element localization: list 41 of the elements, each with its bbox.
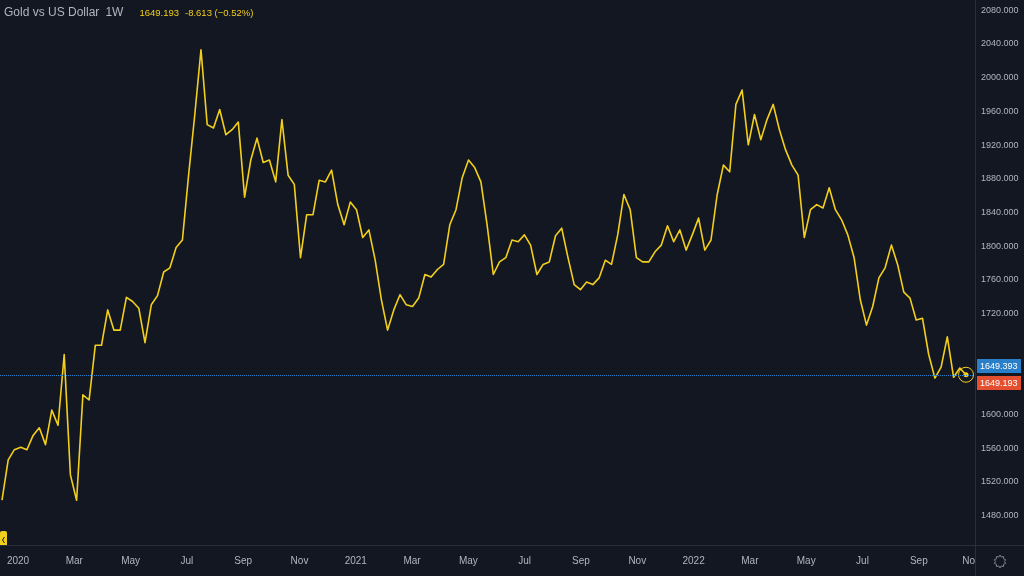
x-axis-label: Sep <box>909 555 928 566</box>
price-badge: 1649.193 <box>977 375 1021 390</box>
price-change: -8.613 (−0.52%) <box>185 7 254 18</box>
last-price: 1649.193 <box>139 7 179 18</box>
x-axis-label: Mar <box>741 555 759 566</box>
y-axis-label: 1720.000 <box>981 307 1019 318</box>
y-axis-label: 2080.000 <box>981 4 1019 15</box>
x-axis-label: May <box>796 555 816 566</box>
last-price-marker <box>958 366 974 383</box>
x-axis-label: Jul <box>180 555 194 566</box>
x-axis-label: Nov <box>628 555 647 566</box>
y-axis-label: 1960.000 <box>981 105 1019 116</box>
settings-icon[interactable] <box>993 554 1007 568</box>
y-axis-label: 1840.000 <box>981 206 1019 217</box>
x-axis-label: Jul <box>518 555 532 566</box>
collapse-tab-icon[interactable] <box>0 531 7 545</box>
x-axis-label: Sep <box>572 555 590 566</box>
x-axis-label: 2020 <box>6 555 30 566</box>
y-axis-label: 1760.000 <box>981 274 1019 285</box>
x-axis-label: Nov <box>290 555 309 566</box>
y-axis-label: 1880.000 <box>981 173 1019 184</box>
x-axis-label: Sep <box>234 555 253 566</box>
y-axis-label: 1600.000 <box>981 409 1019 419</box>
symbol-title: Gold vs US Dollar <box>4 5 100 19</box>
y-axis-label: 1480.000 <box>981 510 1019 521</box>
y-axis-label: 1800.000 <box>981 240 1019 251</box>
y-axis-label: 1520.000 <box>981 476 1019 487</box>
x-axis-label: 2021 <box>344 555 367 566</box>
x-axis-label: May <box>458 555 478 566</box>
x-axis-label: May <box>121 555 141 566</box>
y-axis-label: 1920.000 <box>981 139 1019 150</box>
price-badge: 1649.393 <box>977 358 1021 373</box>
x-axis-label: Mar <box>403 555 421 566</box>
x-axis-label: No <box>962 555 975 566</box>
interval-label[interactable]: 1W <box>105 5 124 19</box>
y-axis-label: 2000.000 <box>981 72 1019 83</box>
y-axis-label: 1560.000 <box>981 442 1019 453</box>
x-axis-label: 2022 <box>682 555 705 566</box>
x-axis-label: Jul <box>856 555 869 566</box>
x-axis-label: Mar <box>65 555 83 566</box>
y-axis-label: 2040.000 <box>981 38 1019 49</box>
